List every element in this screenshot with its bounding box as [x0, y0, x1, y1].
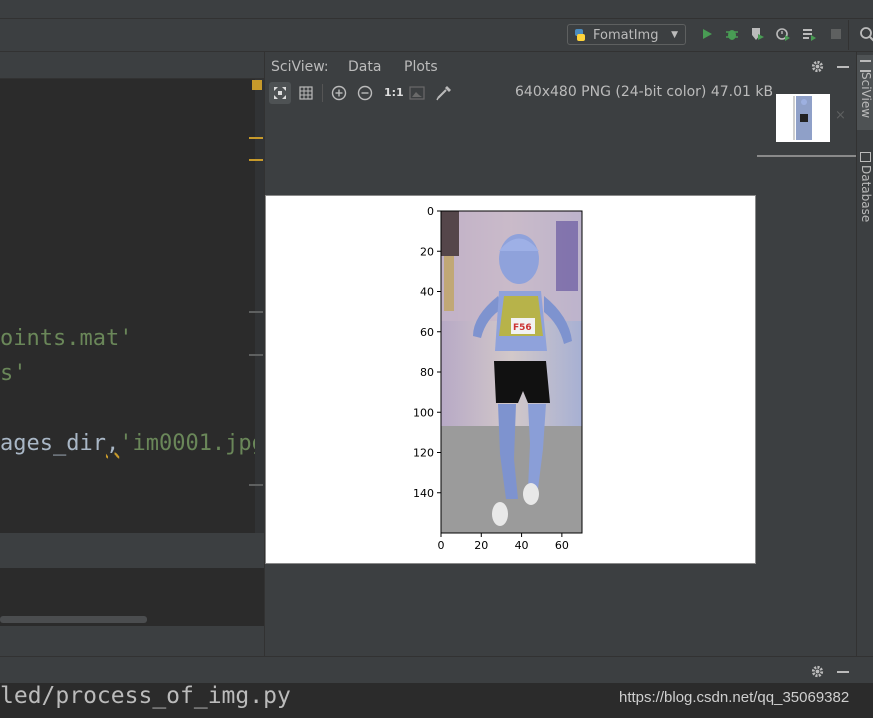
- svg-text:F56: F56: [513, 323, 532, 333]
- x-tick-label: 0: [438, 539, 445, 552]
- error-stripe-mark[interactable]: [249, 484, 263, 486]
- bottom-tool-window-bar: [0, 656, 873, 684]
- minimize-icon[interactable]: [837, 66, 849, 68]
- y-axis: 0 20 40 60 80 100 120 140: [413, 205, 441, 500]
- database-icon: [860, 152, 871, 162]
- code-line: ages_dir,'im0001.jpg: [0, 431, 264, 456]
- x-axis: 0 20 40 60: [438, 533, 569, 552]
- code-comma: ,: [105, 431, 120, 456]
- zoom-out-icon[interactable]: [356, 84, 374, 102]
- y-tick-label: 60: [420, 326, 434, 339]
- sciview-side-tab[interactable]: SciView: [856, 72, 873, 118]
- right-tool-strip: [856, 52, 873, 656]
- profile-icon[interactable]: [775, 26, 791, 42]
- runner-photo: F56: [440, 210, 583, 534]
- tab-plots[interactable]: Plots: [404, 59, 438, 75]
- error-stripe-mark[interactable]: [249, 311, 263, 313]
- close-icon[interactable]: ×: [835, 108, 846, 123]
- code-editor[interactable]: oints.mat' s' ages_dir,'im0001.jpg: [0, 79, 264, 533]
- horizontal-scrollbar[interactable]: [0, 616, 147, 623]
- error-stripe-mark[interactable]: [249, 159, 263, 161]
- y-tick-label: 0: [427, 205, 434, 218]
- coverage-icon[interactable]: [749, 26, 765, 42]
- python-icon: [575, 29, 585, 41]
- color-picker-icon[interactable]: [435, 84, 453, 102]
- tab-data[interactable]: Data: [348, 59, 381, 75]
- warning-marker[interactable]: [252, 80, 262, 90]
- stop-icon[interactable]: [828, 26, 844, 42]
- search-icon[interactable]: [859, 26, 873, 42]
- gear-icon[interactable]: [810, 59, 825, 74]
- actual-size-button[interactable]: 1:1: [384, 86, 404, 99]
- concurrency-icon[interactable]: [801, 26, 817, 42]
- editor-breadcrumb-bar: [0, 533, 264, 568]
- minimize-icon[interactable]: [837, 671, 849, 673]
- run-icon[interactable]: [699, 26, 715, 42]
- y-tick-label: 20: [420, 245, 434, 258]
- code-line: s': [0, 361, 27, 386]
- plot-image: F56 0 20 40 60 80 100 120 140 0 20 40 60: [265, 195, 756, 564]
- plot-svg: F56 0 20 40 60 80 100 120 140 0 20 40 60: [413, 205, 583, 552]
- sciview-tab-icon: [860, 60, 871, 72]
- image-info: 640x480 PNG (24-bit color) 47.01 kB: [515, 84, 774, 100]
- x-tick-label: 60: [555, 539, 569, 552]
- run-configuration-label: FomatImg: [593, 28, 659, 43]
- lower-panel-bar: [0, 626, 264, 656]
- y-tick-label: 40: [420, 286, 434, 299]
- y-tick-label: 140: [413, 487, 434, 500]
- database-side-tab[interactable]: Database: [856, 165, 873, 222]
- zoom-in-icon[interactable]: [330, 84, 348, 102]
- code-string: 'im0001.jpg: [119, 431, 264, 456]
- debug-icon[interactable]: [724, 26, 740, 42]
- sciview-title: SciView:: [271, 59, 329, 75]
- watermark: https://blog.csdn.net/qq_35069382: [619, 689, 850, 706]
- sciview-header: SciView: Data Plots: [264, 52, 856, 79]
- editor-tab-bar: [0, 52, 264, 79]
- thumbnail-divider: [757, 155, 856, 157]
- x-tick-label: 40: [515, 539, 529, 552]
- y-tick-label: 120: [413, 447, 434, 460]
- error-stripe-mark[interactable]: [249, 354, 263, 356]
- chevron-down-icon: ▼: [671, 30, 678, 40]
- plot-thumbnail[interactable]: [776, 94, 830, 142]
- editor-scrollbar[interactable]: [255, 79, 264, 533]
- code-identifier: ages_dir: [0, 431, 106, 456]
- grid-icon[interactable]: [297, 84, 315, 102]
- y-tick-label: 100: [413, 406, 434, 419]
- error-stripe-mark[interactable]: [249, 137, 263, 139]
- image-background-icon[interactable]: [408, 84, 426, 102]
- file-path: led/process_of_img.py: [0, 683, 291, 709]
- gear-icon[interactable]: [810, 664, 825, 679]
- run-configuration-dropdown[interactable]: FomatImg ▼: [567, 24, 686, 45]
- y-tick-label: 80: [420, 366, 434, 379]
- code-line: oints.mat': [0, 326, 133, 351]
- x-tick-label: 20: [474, 539, 488, 552]
- fit-to-window-icon[interactable]: [271, 84, 289, 102]
- main-toolbar: [0, 0, 873, 52]
